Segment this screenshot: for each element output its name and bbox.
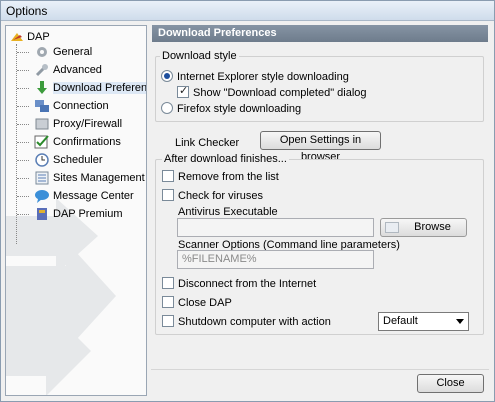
checkbox-indicator[interactable] [162, 277, 174, 289]
proxy-icon [34, 116, 50, 132]
radio-indicator[interactable] [161, 70, 173, 82]
antivirus-path-field[interactable] [177, 218, 374, 237]
network-icon [34, 98, 50, 114]
tree-item-scheduler[interactable]: Scheduler [17, 151, 103, 169]
panel-header: Download Preferences [152, 25, 488, 42]
checkbox-indicator[interactable] [162, 296, 174, 308]
clock-icon [34, 152, 50, 168]
wrench-icon [34, 62, 50, 78]
download-style-label: Download style [160, 50, 239, 62]
shutdown-checkbox[interactable]: Shutdown computer with action [162, 315, 331, 329]
title-bar: Options [1, 1, 494, 21]
tree-item-confirmations[interactable]: Confirmations [17, 133, 121, 151]
disconnect-checkbox[interactable]: Disconnect from the Internet [162, 277, 316, 291]
tree-root-label: DAP [27, 31, 50, 43]
antivirus-label: Antivirus Executable [178, 206, 278, 218]
ie-style-radio[interactable]: Internet Explorer style downloading [161, 70, 349, 84]
after-download-label: After download finishes... [162, 153, 289, 165]
browse-button[interactable]: Browse [380, 218, 467, 237]
close-dap-checkbox[interactable]: Close DAP [162, 296, 232, 310]
tree-item-dap-premium[interactable]: DAP Premium [17, 205, 122, 223]
dap-logo-icon [10, 31, 24, 43]
remove-from-list-checkbox[interactable]: Remove from the list [162, 170, 279, 184]
options-window: Options DAP General Advanced Download Pr… [0, 0, 495, 402]
link-checker-label: Link Checker [175, 137, 240, 149]
tree-item-sites-management[interactable]: Sites Management [17, 169, 145, 187]
tree-item-proxy-firewall[interactable]: Proxy/Firewall [17, 115, 122, 133]
shutdown-action-select[interactable]: Default [378, 312, 469, 331]
check-viruses-checkbox[interactable]: Check for viruses [162, 189, 263, 203]
list-icon [34, 170, 50, 186]
chevron-down-icon [456, 319, 464, 324]
folder-icon [385, 222, 399, 233]
gear-icon [34, 44, 50, 60]
speech-bubble-icon [34, 188, 50, 204]
tree-item-connection[interactable]: Connection [17, 97, 109, 115]
scanner-options-field[interactable]: %FILENAME% [177, 250, 374, 269]
checkbox-indicator[interactable] [162, 170, 174, 182]
checkbox-indicator[interactable] [177, 84, 189, 98]
options-tree[interactable]: DAP General Advanced Download Preference… [5, 25, 147, 396]
tree-item-advanced[interactable]: Advanced [17, 61, 102, 79]
window-title: Options [6, 4, 48, 18]
tree-item-message-center[interactable]: Message Center [17, 187, 134, 205]
open-settings-button[interactable]: Open Settings in browser [260, 131, 381, 163]
show-completed-checkbox[interactable]: Show "Download completed" dialog [177, 84, 367, 100]
checkbox-indicator[interactable] [162, 315, 174, 327]
footer-divider [151, 369, 489, 370]
firefox-style-radio[interactable]: Firefox style downloading [161, 102, 301, 116]
checkbox-indicator[interactable] [162, 189, 174, 201]
radio-indicator[interactable] [161, 102, 173, 114]
download-arrow-icon [34, 80, 50, 96]
close-button[interactable]: Close [417, 374, 484, 393]
tree-item-download-preferences[interactable]: Download Preferences [17, 79, 146, 97]
checkmark-icon [34, 134, 50, 150]
settings-panel: Download Preferences Download style Inte… [152, 25, 488, 365]
tree-item-general[interactable]: General [17, 43, 92, 61]
premium-box-icon [34, 206, 50, 222]
